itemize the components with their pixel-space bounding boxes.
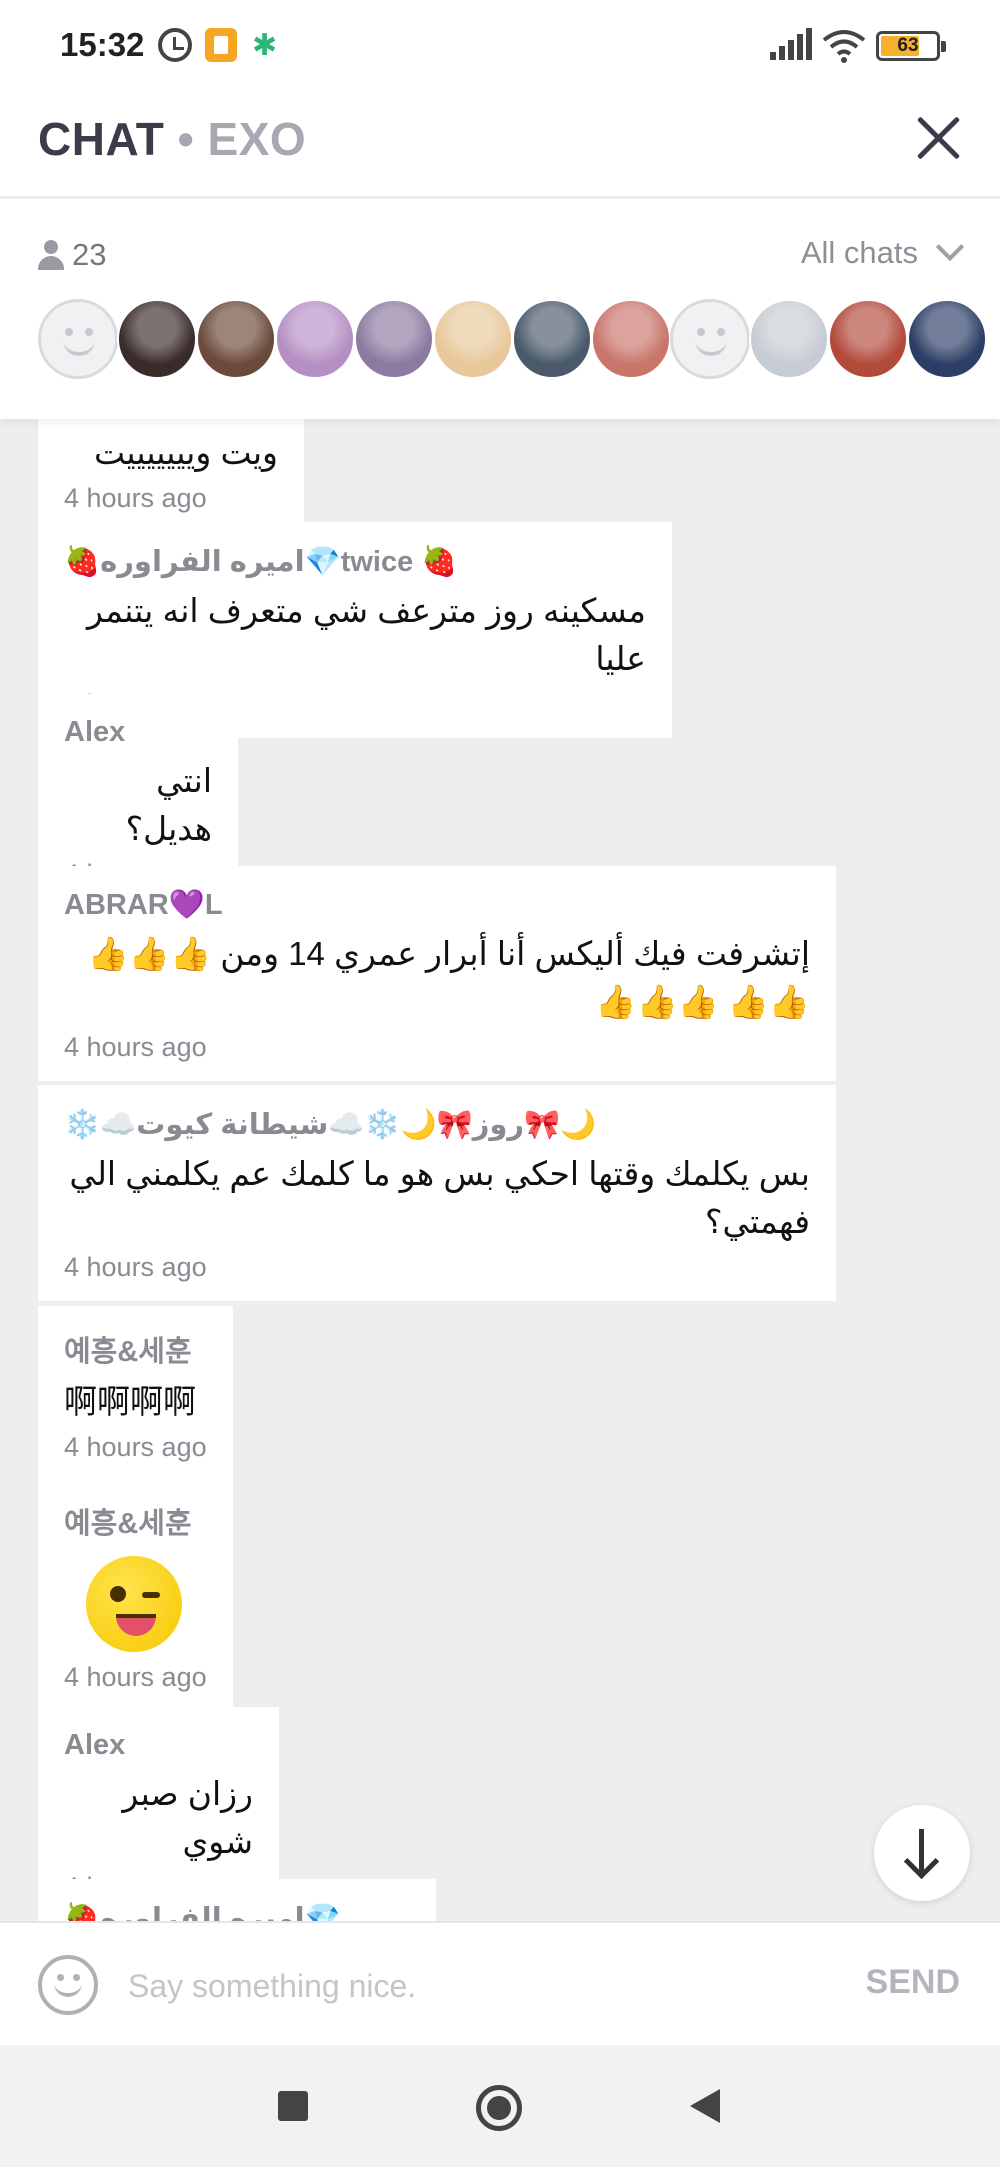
- message-text: انتي هديل؟: [125, 762, 212, 847]
- member-avatar[interactable]: [196, 299, 276, 379]
- chevron-down-icon: [935, 232, 965, 262]
- title-separator: •: [177, 113, 195, 165]
- signal-icon: [770, 28, 812, 64]
- title-group: EXO: [207, 113, 307, 165]
- status-time: 15:32: [60, 26, 145, 63]
- member-count-value: 23: [72, 237, 107, 272]
- member-avatar[interactable]: [433, 299, 513, 379]
- member-avatar[interactable]: [354, 299, 434, 379]
- system-nav-bar: [0, 2045, 1000, 2167]
- chat-header: CHAT • EXO: [0, 90, 1000, 198]
- title-main: CHAT: [38, 113, 165, 165]
- message-list[interactable]: ويت ويييييييت 4 hours ago 🍓اميره الفراور…: [0, 419, 1000, 1921]
- message-text: بس يكلمك وقتها احكي بس هو ما كلمك عم يكل…: [69, 1155, 810, 1240]
- arrow-down-icon: [919, 1829, 924, 1873]
- scroll-to-bottom-button[interactable]: [874, 1805, 970, 1901]
- member-avatar[interactable]: [591, 299, 671, 379]
- home-icon[interactable]: [476, 2085, 522, 2131]
- message-text: إتشرفت فيك أليكس أنا أبرار عمري 14 ومن 👍…: [87, 935, 810, 1020]
- message-bubble[interactable]: 🌙🎀روز🎀🌙❄️☁️شيطانة كيوت☁️❄️ بس يكلمك وقته…: [38, 1085, 836, 1301]
- member-count[interactable]: 23: [38, 237, 106, 273]
- message-time: 4 hours ago: [64, 1432, 207, 1462]
- member-avatar[interactable]: [117, 299, 197, 379]
- sticker-emoji-icon: [86, 1556, 182, 1652]
- members-panel: 23 All chats: [0, 199, 1000, 419]
- message-author[interactable]: Alex: [64, 1729, 253, 1762]
- message-time: 4 hours ago: [64, 1252, 207, 1282]
- wifi-icon: [822, 28, 866, 64]
- back-icon[interactable]: [690, 2089, 720, 2123]
- alarm-icon: [158, 28, 192, 62]
- message-author[interactable]: 🌙🎀روز🎀🌙❄️☁️شيطانة كيوت☁️❄️: [64, 1107, 810, 1142]
- message-text: ويت ويييييييت: [94, 434, 278, 471]
- battery-level: 63: [897, 35, 919, 56]
- default-avatar-icon: [695, 338, 727, 356]
- message-time: 4 hours ago: [64, 1032, 207, 1062]
- clipboard-icon: [205, 28, 237, 62]
- member-avatar[interactable]: [749, 299, 829, 379]
- default-avatar-icon: [63, 338, 95, 356]
- message-bubble[interactable]: 예흥&세훈 啊啊啊啊 4 hours ago: [38, 1306, 233, 1481]
- chat-filter-label: All chats: [800, 235, 918, 270]
- message-text: مسكينه روز مترعف شي متعرف انه يتنمر عليا: [86, 592, 646, 677]
- emoji-picker-button[interactable]: [38, 1955, 98, 2015]
- message-text: 啊啊啊啊: [64, 1383, 196, 1420]
- message-author[interactable]: 🍓اميره الفراوره💎twice 🍓: [64, 1901, 410, 1921]
- chat-filter-dropdown[interactable]: All chats: [800, 232, 965, 271]
- member-avatar[interactable]: [275, 299, 355, 379]
- message-text: رزان صبر شوي: [122, 1775, 253, 1860]
- message-bubble[interactable]: 🍓اميره الفراوره💎twice 🍓: [38, 1879, 436, 1921]
- message-author[interactable]: 예흥&세훈: [64, 1328, 207, 1370]
- message-input[interactable]: [128, 1959, 828, 2013]
- recent-apps-icon[interactable]: [278, 2091, 308, 2121]
- app-notification-icon: ✱: [252, 29, 278, 62]
- member-avatar[interactable]: [670, 299, 750, 379]
- member-avatar[interactable]: [512, 299, 592, 379]
- member-avatar[interactable]: [907, 299, 987, 379]
- message-author[interactable]: 🍓اميره الفراوره💎twice 🍓: [64, 544, 646, 579]
- member-avatar[interactable]: [38, 299, 118, 379]
- message-author[interactable]: Alex: [64, 716, 212, 749]
- smiley-icon: [54, 1981, 82, 1997]
- close-button[interactable]: [914, 114, 962, 162]
- message-author[interactable]: 예흥&세훈: [64, 1500, 207, 1542]
- message-time: 4 hours ago: [64, 483, 207, 513]
- message-bubble[interactable]: 예흥&세훈 4 hours ago: [38, 1478, 233, 1711]
- battery-icon: 63: [876, 31, 946, 61]
- message-bubble[interactable]: ABRAR💜L إتشرفت فيك أليكس أنا أبرار عمري …: [38, 866, 836, 1081]
- send-button[interactable]: SEND: [866, 1963, 960, 2002]
- person-icon: [38, 240, 64, 270]
- page-title: CHAT • EXO: [38, 112, 306, 166]
- member-avatar[interactable]: [828, 299, 908, 379]
- message-author[interactable]: ABRAR💜L: [64, 888, 810, 922]
- member-avatars: [38, 299, 987, 379]
- message-composer: SEND: [0, 1921, 1000, 2045]
- message-time: 4 hours ago: [64, 1662, 207, 1692]
- status-bar: 15:32 ✱ 63: [0, 0, 1000, 90]
- message-bubble[interactable]: ويت ويييييييت 4 hours ago: [38, 419, 304, 532]
